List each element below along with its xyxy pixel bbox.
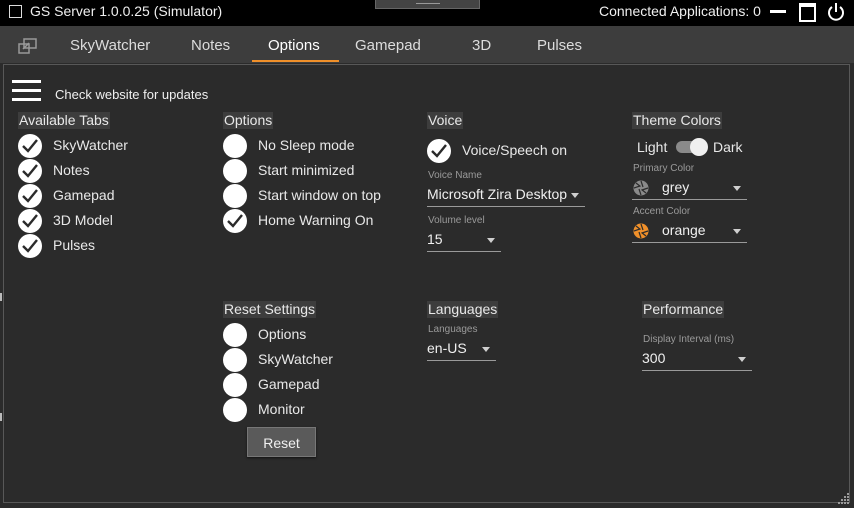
checkbox-label: Start window on top xyxy=(258,187,381,203)
pop-out-icon[interactable] xyxy=(18,38,38,54)
selected-tab-indicator xyxy=(252,60,339,62)
theme-light-label: Light xyxy=(637,139,668,155)
tab-gamepad[interactable]: Gamepad xyxy=(355,37,421,54)
checkbox[interactable] xyxy=(223,398,247,422)
checkbox-label: SkyWatcher xyxy=(53,137,128,153)
checkbox-label: No Sleep mode xyxy=(258,137,355,153)
checkbox[interactable] xyxy=(223,184,247,208)
accent-color-label: Accent Color xyxy=(633,206,691,217)
checkbox-label: Home Warning On xyxy=(258,212,374,228)
primary-color-select[interactable]: grey xyxy=(632,177,747,200)
minimize-icon[interactable] xyxy=(770,10,786,13)
display-interval-select[interactable]: 300 xyxy=(642,348,752,371)
performance-header: Performance xyxy=(642,301,725,318)
power-icon[interactable] xyxy=(826,2,846,22)
tab-options[interactable]: Options xyxy=(268,37,320,54)
aperture-icon xyxy=(633,223,649,239)
checkbox-label: Gamepad xyxy=(258,376,320,392)
checkbox-label: Start minimized xyxy=(258,162,355,178)
voice-name-value: Microsoft Zira Desktop xyxy=(427,186,568,202)
window-checkbox[interactable] xyxy=(9,5,22,18)
volume-level-value: 15 xyxy=(427,231,443,247)
maximize-icon[interactable] xyxy=(799,3,816,22)
menu-icon[interactable] xyxy=(12,80,41,102)
languages-value: en-US xyxy=(427,340,467,356)
voice-header: Voice xyxy=(427,112,464,129)
checkbox-label: Pulses xyxy=(53,237,96,253)
languages-label: Languages xyxy=(428,324,478,335)
checkbox[interactable] xyxy=(18,209,42,233)
checkbox[interactable] xyxy=(223,373,247,397)
chevron-down-icon xyxy=(733,229,741,234)
checkbox[interactable] xyxy=(223,134,247,158)
checkbox-label: Notes xyxy=(53,162,90,178)
theme-toggle-thumb[interactable] xyxy=(690,138,708,156)
resize-grip-icon[interactable] xyxy=(838,492,850,504)
checkbox[interactable] xyxy=(18,159,42,183)
display-interval-value: 300 xyxy=(642,350,666,366)
reset-settings-header: Reset Settings xyxy=(223,301,317,318)
checkbox-label: SkyWatcher xyxy=(258,351,333,367)
tab-pulses[interactable]: Pulses xyxy=(537,37,582,54)
tab-skywatcher[interactable]: SkyWatcher xyxy=(70,37,150,54)
volume-level-label: Volume level xyxy=(428,215,485,226)
reset-button[interactable]: Reset xyxy=(247,427,316,457)
tab-3d[interactable]: 3D xyxy=(472,37,491,54)
theme-colors-header: Theme Colors xyxy=(632,112,722,129)
chevron-down-icon xyxy=(733,186,741,191)
edge-marker xyxy=(0,413,2,421)
aperture-icon xyxy=(633,180,649,196)
available-tabs-header: Available Tabs xyxy=(18,112,110,129)
checkbox-label: Monitor xyxy=(258,401,305,417)
drag-handle[interactable] xyxy=(375,0,480,9)
display-interval-label: Display Interval (ms) xyxy=(643,334,735,345)
primary-color-value: grey xyxy=(662,179,690,195)
volume-level-select[interactable]: 15 xyxy=(427,229,501,252)
checkbox[interactable] xyxy=(223,159,247,183)
theme-dark-label: Dark xyxy=(713,139,743,155)
checkbox-label: Options xyxy=(258,326,307,342)
checkbox[interactable] xyxy=(18,234,42,258)
checkbox[interactable] xyxy=(18,134,42,158)
edge-marker xyxy=(0,293,2,301)
checkbox[interactable] xyxy=(223,348,247,372)
languages-header: Languages xyxy=(427,301,499,318)
connected-applications: Connected Applications: 0 xyxy=(599,3,761,19)
voice-name-label: Voice Name xyxy=(428,170,482,181)
voice-name-select[interactable]: Microsoft Zira Desktop xyxy=(427,184,585,207)
tab-notes[interactable]: Notes xyxy=(191,37,230,54)
chevron-down-icon xyxy=(571,193,579,198)
content-frame xyxy=(3,64,850,503)
chevron-down-icon xyxy=(482,347,490,352)
primary-color-label: Primary Color xyxy=(633,163,695,174)
checkbox[interactable] xyxy=(223,323,247,347)
chevron-down-icon xyxy=(487,238,495,243)
accent-color-value: orange xyxy=(662,222,706,238)
checkbox-label: 3D Model xyxy=(53,212,113,228)
accent-color-select[interactable]: orange xyxy=(632,220,747,243)
options-header: Options xyxy=(223,112,274,129)
checkbox-label: Voice/Speech on xyxy=(462,142,568,158)
check-updates-link[interactable]: Check website for updates xyxy=(55,87,208,102)
chevron-down-icon xyxy=(738,357,746,362)
window-title: GS Server 1.0.0.25 (Simulator) xyxy=(30,3,223,19)
checkbox[interactable] xyxy=(223,209,247,233)
checkbox[interactable] xyxy=(427,139,451,163)
checkbox[interactable] xyxy=(18,184,42,208)
languages-select[interactable]: en-US xyxy=(427,338,496,361)
checkbox-label: Gamepad xyxy=(53,187,115,203)
